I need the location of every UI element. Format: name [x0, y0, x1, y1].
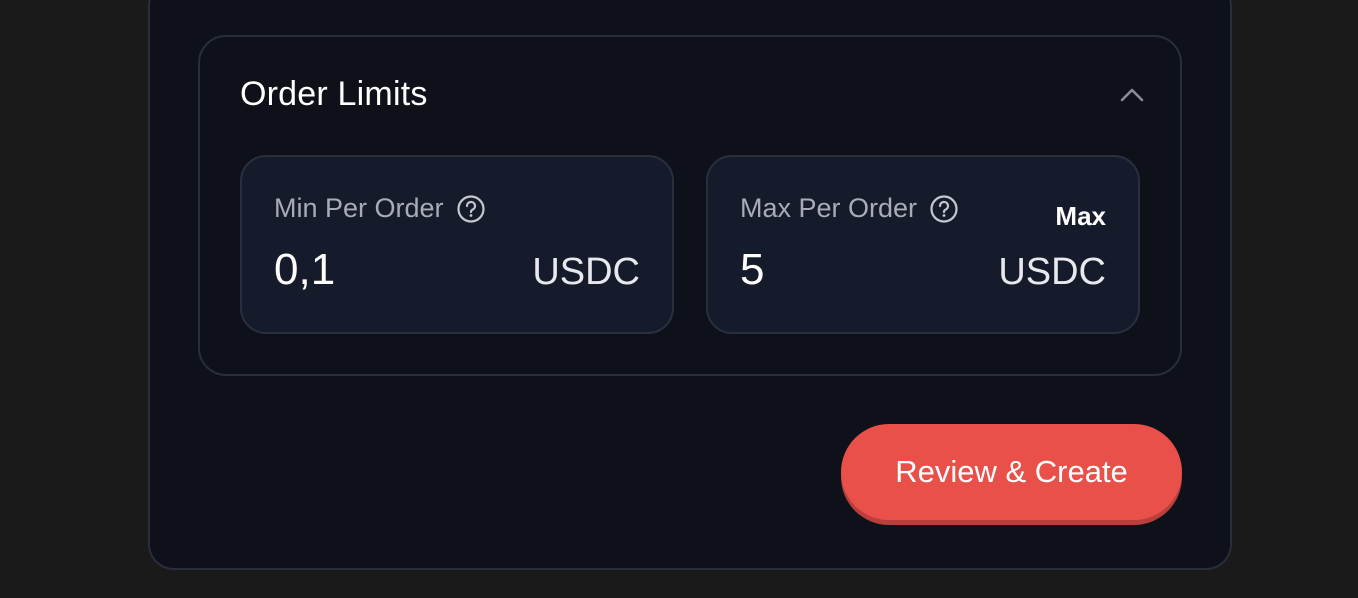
max-per-order-input[interactable] — [740, 245, 970, 295]
max-per-order-label: Max Per Order — [740, 193, 959, 224]
question-circle-icon[interactable] — [929, 194, 959, 224]
min-per-order-field[interactable]: Min Per Order USDC — [240, 155, 674, 334]
max-button[interactable]: Max — [1055, 201, 1106, 232]
min-per-order-label: Min Per Order — [274, 193, 486, 224]
order-limits-title: Order Limits — [240, 75, 428, 113]
question-circle-icon[interactable] — [456, 194, 486, 224]
min-unit-label: USDC — [532, 251, 640, 293]
min-per-order-input[interactable] — [274, 245, 504, 295]
review-create-button[interactable]: Review & Create — [841, 424, 1182, 520]
order-limits-panel: Order Limits Min Per Order USDC Max Per … — [198, 35, 1182, 376]
chevron-up-icon[interactable] — [1116, 83, 1148, 107]
max-unit-label: USDC — [998, 251, 1106, 293]
max-per-order-field[interactable]: Max Per Order Max USDC — [706, 155, 1140, 334]
